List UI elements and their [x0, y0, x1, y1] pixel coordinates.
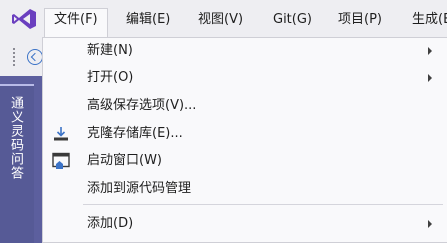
menu-item-label: 添加到源代码管理 [87, 181, 192, 196]
toolbar-grip-handle[interactable] [12, 48, 16, 66]
menu-item-advanced-save-options[interactable]: 高级保存选项(V)... [43, 93, 447, 119]
menu-item-label: 打开(O) [87, 70, 134, 85]
menu-item-label: 高级保存选项(V)... [87, 98, 197, 113]
file-menu-dropdown: 新建(N) 打开(O) 高级保存选项(V)... 克隆存储库(E)... 启动窗… [42, 37, 447, 243]
menu-item-clone-repository[interactable]: 克隆存储库(E)... [43, 121, 447, 147]
menu-separator [83, 204, 443, 205]
submenu-arrow-icon [428, 220, 432, 228]
clone-download-icon [54, 127, 68, 141]
menu-item-open[interactable]: 打开(O) [43, 65, 447, 91]
back-navigation-icon[interactable] [27, 49, 43, 65]
menu-git[interactable]: Git(G) [273, 8, 312, 32]
menu-view[interactable]: 视图(V) [198, 8, 243, 32]
menu-item-add-to-source-control[interactable]: 添加到源代码管理 [43, 176, 447, 202]
tongyi-lingma-tab-label: 通义灵码问答 [8, 96, 23, 180]
menu-item-label: 添加(D) [87, 216, 134, 231]
menu-file[interactable]: 文件(F) [44, 8, 108, 38]
menu-item-start-window[interactable]: 启动窗口(W) [43, 148, 447, 174]
menu-item-label: 启动窗口(W) [87, 153, 162, 168]
menu-build[interactable]: 生成(B [412, 8, 447, 32]
menu-item-label: 克隆存储库(E)... [87, 126, 183, 141]
menu-edit[interactable]: 编辑(E) [126, 8, 170, 32]
visual-studio-window: 文件(F) 编辑(E) 视图(V) Git(G) 项目(P) 生成(B 通义灵码… [0, 0, 447, 243]
start-window-icon [52, 152, 70, 169]
submenu-arrow-icon [428, 74, 432, 82]
menu-bar: 文件(F) 编辑(E) 视图(V) Git(G) 项目(P) 生成(B [0, 0, 447, 38]
tongyi-lingma-tab[interactable]: 通义灵码问答 [0, 84, 34, 243]
menu-item-label: 新建(N) [87, 43, 133, 58]
submenu-arrow-icon [428, 47, 432, 55]
menu-project[interactable]: 项目(P) [338, 8, 382, 32]
menu-item-add[interactable]: 添加(D) [43, 211, 447, 237]
left-tool-strip: 通义灵码问答 [0, 76, 42, 243]
menu-item-new[interactable]: 新建(N) [43, 38, 447, 64]
visual-studio-logo-icon[interactable] [11, 8, 37, 30]
